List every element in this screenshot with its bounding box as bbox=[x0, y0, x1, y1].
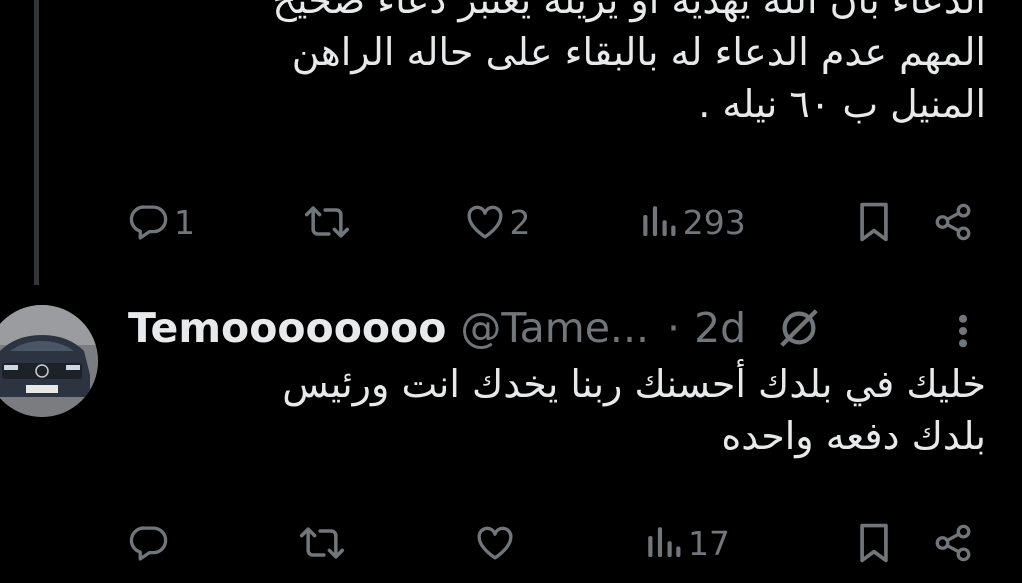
retweet-button[interactable] bbox=[303, 201, 355, 243]
tweet-text-line: الدعاء بأن الله يهديه أو يريله يعتبر دعا… bbox=[272, 0, 986, 22]
header-separator: · bbox=[667, 304, 681, 352]
share-icon bbox=[935, 524, 971, 562]
tweet-2-text: خليك في بلدك أحسنك ربنا يخدك انت ورئيس ب… bbox=[282, 358, 986, 462]
tweet-text-line: بلدك دفعه واحده bbox=[721, 414, 986, 458]
like-button[interactable]: 2 bbox=[464, 201, 531, 243]
like-count: 2 bbox=[509, 202, 531, 242]
bookmark-icon bbox=[860, 202, 888, 242]
views-button[interactable]: 293 bbox=[639, 201, 746, 243]
car-avatar-icon bbox=[0, 305, 98, 417]
analytics-icon bbox=[643, 206, 676, 236]
views-button[interactable]: 17 bbox=[644, 522, 730, 564]
bookmark-icon bbox=[860, 523, 888, 563]
tweet-1-secondary-actions bbox=[854, 200, 974, 244]
retweet-icon bbox=[299, 527, 345, 559]
tweet-timestamp[interactable]: 2d bbox=[694, 304, 746, 352]
share-icon bbox=[935, 203, 971, 241]
more-options-icon[interactable] bbox=[955, 310, 971, 352]
author-display-name[interactable]: Temoooooooo bbox=[128, 304, 446, 352]
heart-icon bbox=[477, 526, 513, 560]
bookmark-button[interactable] bbox=[854, 200, 894, 244]
retweet-icon bbox=[305, 206, 350, 238]
no-sign-icon bbox=[780, 309, 818, 347]
bookmark-button[interactable] bbox=[854, 521, 894, 565]
reply-button[interactable] bbox=[128, 522, 174, 564]
tweet-2-secondary-actions bbox=[854, 521, 974, 565]
tweet-2-header: Temoooooooo @Tame... · 2d bbox=[128, 298, 988, 358]
reply-button[interactable]: 1 bbox=[128, 201, 195, 243]
avatar[interactable] bbox=[0, 305, 98, 417]
share-button[interactable] bbox=[932, 201, 974, 243]
analytics-icon bbox=[648, 527, 681, 557]
reply-icon bbox=[129, 205, 168, 240]
view-count: 293 bbox=[682, 202, 746, 242]
view-count: 17 bbox=[688, 523, 730, 563]
heart-icon bbox=[467, 205, 502, 239]
tweet-text-line: المهم عدم الدعاء له بالبقاء على حاله الر… bbox=[291, 30, 986, 74]
retweet-button[interactable] bbox=[298, 522, 350, 564]
tweet-2-action-bar: 17 bbox=[128, 520, 974, 566]
author-handle[interactable]: @Tame... bbox=[460, 304, 649, 352]
tweet-text-line: المنيل ب ٦٠ نيله . bbox=[698, 82, 986, 126]
thread-connector-line bbox=[34, 0, 39, 285]
tweet-1-action-bar: 1 2 293 bbox=[128, 199, 974, 245]
share-button[interactable] bbox=[932, 522, 974, 564]
tweet-1-text: الدعاء بأن الله يهديه أو يريله يعتبر دعا… bbox=[272, 0, 986, 130]
reply-count: 1 bbox=[174, 202, 195, 242]
like-button[interactable] bbox=[474, 522, 520, 564]
reply-icon bbox=[129, 526, 168, 561]
tweet-text-line: خليك في بلدك أحسنك ربنا يخدك انت ورئيس bbox=[282, 362, 986, 406]
